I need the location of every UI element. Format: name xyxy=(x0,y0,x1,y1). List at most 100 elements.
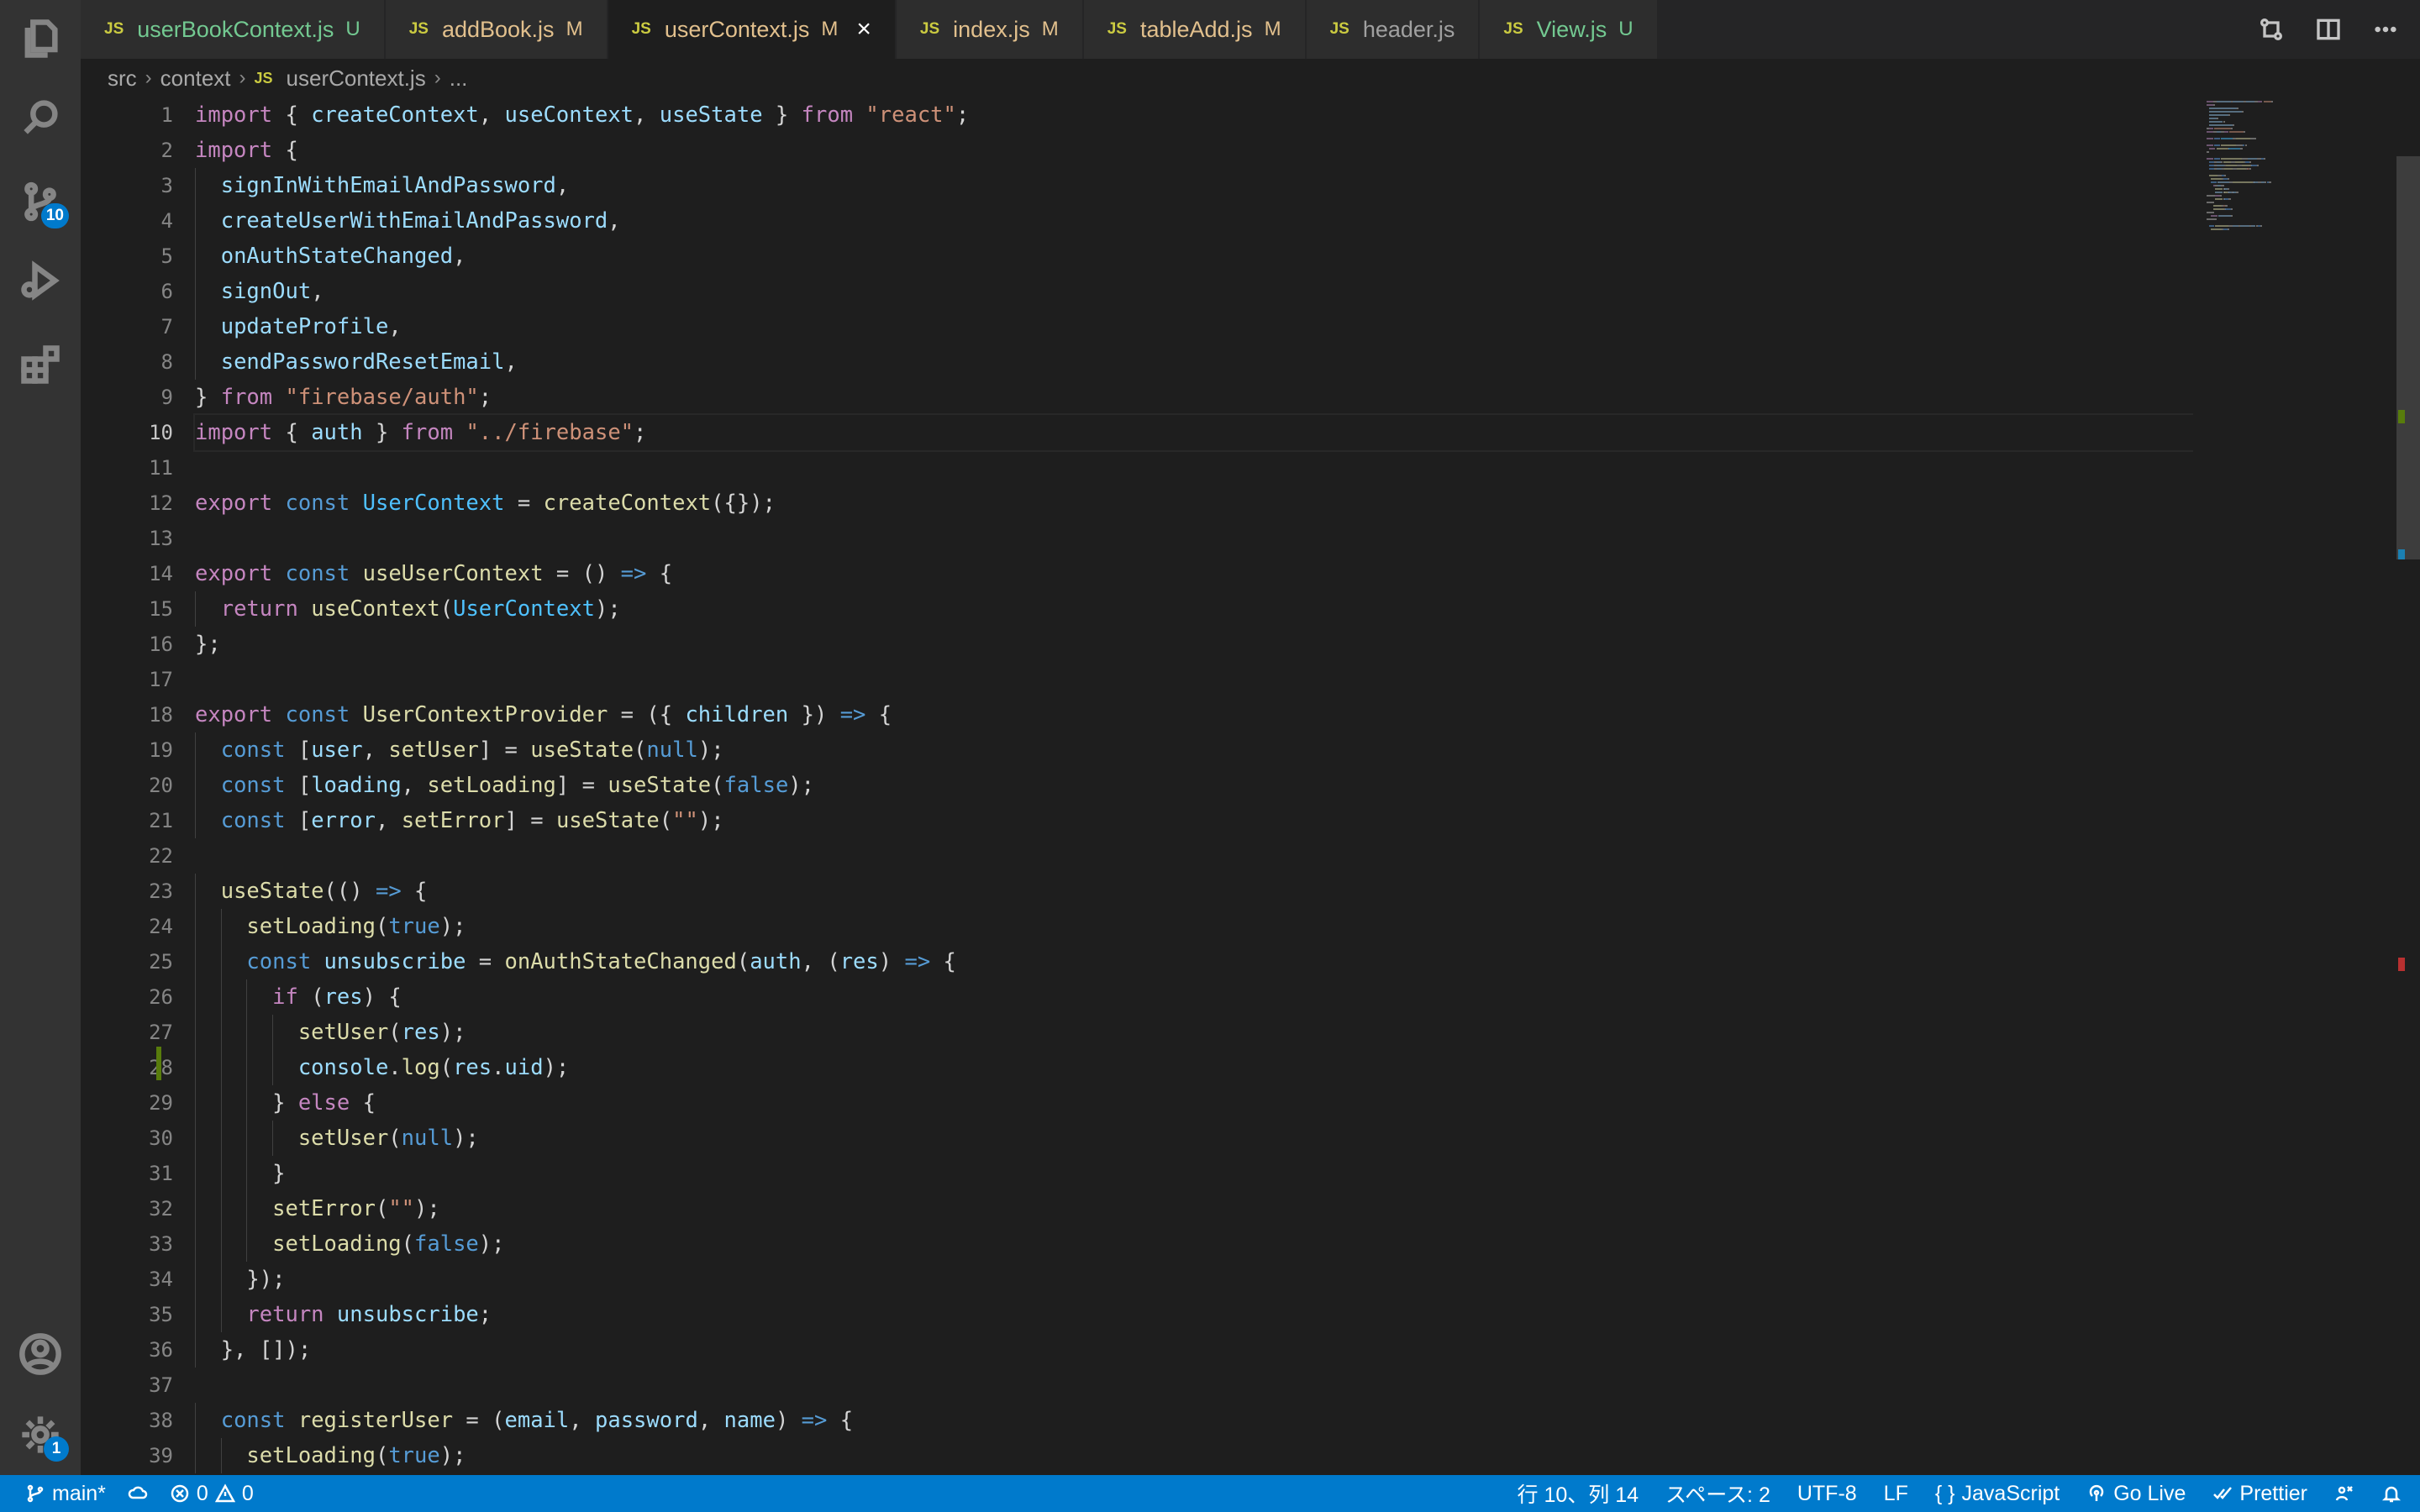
code-line[interactable]: setError(""); xyxy=(195,1191,2193,1226)
minimap-line xyxy=(2207,218,2217,220)
tab-header[interactable]: JS header.js xyxy=(1306,0,1481,59)
language-mode[interactable]: { } JavaScript xyxy=(1935,1482,2060,1506)
code-line[interactable]: }); xyxy=(195,1262,2193,1297)
tab-userbookcontext[interactable]: JS userBookContext.js U xyxy=(81,0,386,59)
explorer-icon[interactable] xyxy=(17,15,64,62)
code-line[interactable]: export const UserContextProvider = ({ ch… xyxy=(195,697,2193,732)
tab-addbook[interactable]: JS addBook.js M xyxy=(385,0,608,59)
search-icon[interactable] xyxy=(17,94,64,141)
code-line[interactable] xyxy=(195,521,2193,556)
code-token: . xyxy=(492,1055,505,1080)
breadcrumb-context[interactable]: context xyxy=(160,66,231,92)
code-token: setUser xyxy=(388,738,479,763)
go-live-button[interactable]: Go Live xyxy=(2086,1482,2186,1506)
indent-guide xyxy=(195,1191,196,1226)
code-line[interactable]: setLoading(false); xyxy=(195,1226,2193,1262)
minimap-line xyxy=(2214,138,2220,139)
code-line[interactable] xyxy=(195,1368,2193,1403)
code-line[interactable]: import { xyxy=(195,133,2193,168)
minimap-line xyxy=(2223,161,2231,163)
code-token: { xyxy=(646,561,673,586)
code-line[interactable] xyxy=(195,662,2193,697)
code-line[interactable]: if (res) { xyxy=(195,979,2193,1015)
code-line[interactable]: const [loading, setLoading] = useState(f… xyxy=(195,768,2193,803)
tab-index[interactable]: JS index.js M xyxy=(896,0,1084,59)
code-line[interactable]: updateProfile, xyxy=(195,309,2193,344)
split-editor-icon[interactable] xyxy=(2314,15,2343,44)
branch-indicator[interactable]: main* xyxy=(25,1482,106,1506)
breadcrumb-symbols[interactable]: ... xyxy=(450,66,468,92)
code-line[interactable]: return useContext(UserContext); xyxy=(195,591,2193,627)
cursor-position[interactable]: 行 10、列 14 xyxy=(1518,1478,1639,1509)
feedback-button[interactable] xyxy=(2334,1483,2354,1504)
code-line[interactable]: const [user, setUser] = useState(null); xyxy=(195,732,2193,768)
code-token: import xyxy=(195,102,273,128)
eol-label: LF xyxy=(1883,1481,1908,1505)
minimap[interactable] xyxy=(2196,97,2398,1475)
indent-guide xyxy=(246,1156,248,1191)
code-line[interactable]: createUserWithEmailAndPassword, xyxy=(195,203,2193,239)
indent-guide xyxy=(220,979,222,1015)
minimap-line xyxy=(2226,165,2238,166)
tab-view[interactable]: JS View.js U xyxy=(1480,0,1659,59)
indentation[interactable]: スペース: 2 xyxy=(1665,1478,1770,1509)
code-line[interactable] xyxy=(195,450,2193,486)
end-of-line[interactable]: LF xyxy=(1884,1482,1908,1506)
accounts-icon[interactable] xyxy=(17,1331,64,1378)
sync-button[interactable] xyxy=(128,1483,148,1504)
more-actions-icon[interactable] xyxy=(2371,15,2400,44)
code-line[interactable]: signOut, xyxy=(195,274,2193,309)
tab-tableadd[interactable]: JS tableAdd.js M xyxy=(1083,0,1307,59)
code-line[interactable]: export const UserContext = createContext… xyxy=(195,486,2193,521)
code-line[interactable] xyxy=(195,838,2193,874)
code-token: createUserWithEmailAndPassword xyxy=(220,208,608,234)
prettier-status[interactable]: Prettier xyxy=(2212,1482,2307,1506)
code-token: { xyxy=(272,138,298,163)
minimap-line xyxy=(2236,138,2250,139)
code-line[interactable]: import { auth } from "../firebase"; xyxy=(193,413,2193,452)
code-editor[interactable]: 1 2 3 4 5 6 7 8 9 10 11 12 13 14 15 16 17 18 19 20 21 22 23 24 2… xyxy=(81,97,2193,1475)
settings-gear-icon[interactable]: 1 xyxy=(17,1411,69,1462)
code-line[interactable]: setLoading(true); xyxy=(195,1438,2193,1473)
code-line[interactable]: console.log(res.uid); xyxy=(195,1050,2193,1085)
code-line[interactable]: return unsubscribe; xyxy=(195,1297,2193,1332)
notifications-button[interactable] xyxy=(2381,1483,2402,1504)
code-line[interactable]: useState(() => { xyxy=(195,874,2193,909)
code-line[interactable]: } else { xyxy=(195,1085,2193,1121)
tab-usercontext[interactable]: JS userContext.js M × xyxy=(608,0,897,59)
indent-guide xyxy=(272,1121,274,1156)
code-line[interactable]: const registerUser = (email, password, n… xyxy=(195,1403,2193,1438)
js-file-icon: JS xyxy=(1329,20,1349,38)
breadcrumb-src[interactable]: src xyxy=(108,66,137,92)
code-token: ); xyxy=(439,1020,466,1045)
tab-label: header.js xyxy=(1362,16,1455,42)
code-line[interactable]: sendPasswordResetEmail, xyxy=(195,344,2193,380)
problems-indicator[interactable]: 0 0 xyxy=(170,1482,254,1506)
code-line[interactable]: } xyxy=(195,1156,2193,1191)
code-line[interactable]: import { createContext, useContext, useS… xyxy=(195,97,2193,133)
code-token: false xyxy=(723,773,789,798)
code-line[interactable]: }; xyxy=(195,627,2193,662)
breadcrumb-file[interactable]: userContext.js xyxy=(287,66,426,92)
code-line[interactable]: onAuthStateChanged, xyxy=(195,239,2193,274)
code-line[interactable]: export const useUserContext = () => { xyxy=(195,556,2193,591)
code-line[interactable]: const unsubscribe = onAuthStateChanged(a… xyxy=(195,944,2193,979)
code-line[interactable]: }, []); xyxy=(195,1332,2193,1368)
code-line[interactable]: const [error, setError] = useState(""); xyxy=(195,803,2193,838)
scrollbar-thumb[interactable] xyxy=(2396,156,2420,559)
code-line[interactable]: setLoading(true); xyxy=(195,909,2193,944)
open-changes-icon[interactable] xyxy=(2257,15,2286,44)
code-area[interactable]: import { createContext, useContext, useS… xyxy=(193,97,2193,1473)
encoding[interactable]: UTF-8 xyxy=(1797,1482,1857,1506)
code-line[interactable]: signInWithEmailAndPassword, xyxy=(195,168,2193,203)
indent-guide xyxy=(220,1121,222,1156)
code-line[interactable]: setUser(null); xyxy=(195,1121,2193,1156)
run-debug-icon[interactable] xyxy=(17,257,64,304)
extensions-icon[interactable] xyxy=(17,341,64,388)
code-line[interactable]: setUser(res); xyxy=(195,1015,2193,1050)
line-number: 3 xyxy=(160,174,173,197)
code-line[interactable]: } from "firebase/auth"; xyxy=(195,380,2193,415)
close-icon[interactable]: × xyxy=(856,15,871,44)
source-control-icon[interactable]: 10 xyxy=(17,178,69,228)
code-token: { xyxy=(930,949,956,974)
